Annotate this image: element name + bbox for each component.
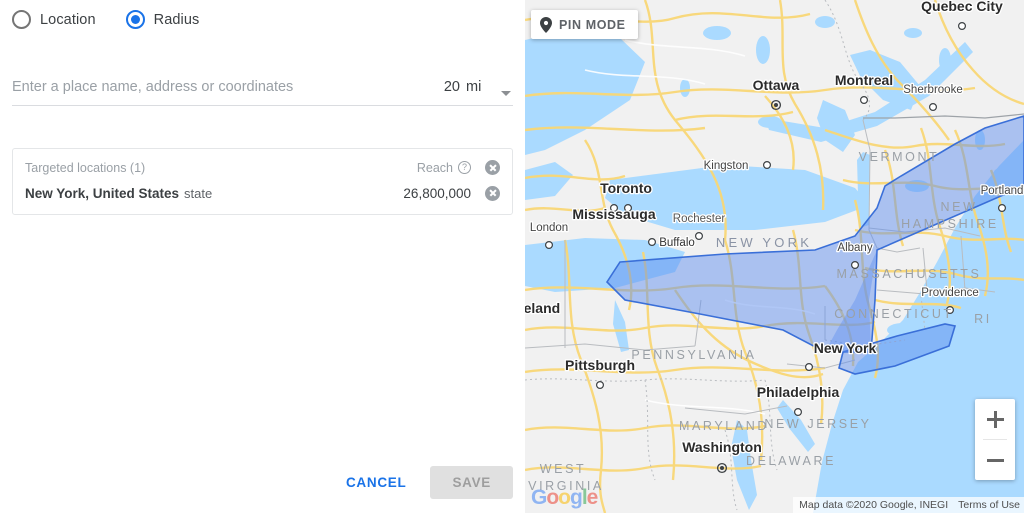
radius-targeting-screen: Location Radius Targeted locations (1) — [0, 0, 1024, 513]
targeted-locations-card: Targeted locations (1) Reach ? New York,… — [12, 148, 513, 215]
help-icon[interactable]: ? — [458, 161, 471, 174]
map-attribution: Map data ©2020 Google, INEGI Terms of Us… — [793, 497, 1024, 513]
map-canvas[interactable] — [525, 0, 1024, 513]
radio-option-radius[interactable]: Radius — [125, 10, 200, 29]
clear-all-locations-icon[interactable] — [485, 160, 500, 175]
radio-label-location: Location — [40, 11, 96, 28]
location-reach: 26,800,000 — [403, 185, 471, 201]
radio-label-radius: Radius — [153, 11, 200, 28]
location-name: New York, United States — [25, 185, 180, 201]
map-pin-icon — [540, 16, 552, 33]
cancel-button[interactable]: CANCEL — [336, 466, 416, 499]
targeting-mode-radio-group: Location Radius — [12, 10, 199, 29]
targeting-panel: Location Radius Targeted locations (1) — [0, 0, 525, 513]
zoom-in-button[interactable] — [975, 399, 1015, 439]
radius-inputs-row — [12, 78, 513, 106]
targeted-locations-title: Targeted locations (1) — [25, 160, 146, 175]
map-data-credit: Map data ©2020 Google, INEGI — [799, 499, 949, 511]
pin-mode-button[interactable]: PIN MODE — [531, 10, 638, 39]
panel-footer: CANCEL SAVE — [336, 466, 513, 499]
terms-of-use-link[interactable]: Terms of Use — [958, 499, 1020, 511]
table-row: New York, United States state 26,800,000 — [25, 183, 500, 203]
plus-icon-v — [993, 410, 997, 428]
save-button[interactable]: SAVE — [430, 466, 513, 499]
location-type: state — [184, 185, 213, 201]
radio-icon-radius[interactable] — [125, 10, 145, 29]
radius-unit-input[interactable] — [460, 79, 496, 100]
map-zoom-controls[interactable] — [975, 399, 1015, 480]
radius-unit-field[interactable] — [460, 78, 513, 106]
targeted-locations-header: Targeted locations (1) Reach ? — [25, 158, 500, 177]
radius-value-field[interactable] — [416, 78, 466, 106]
map-panel[interactable]: Quebec City Ottawa Montreal Sherbrooke Kings… — [525, 0, 1024, 513]
search-input[interactable] — [12, 79, 416, 100]
chevron-down-icon[interactable] — [501, 91, 511, 96]
radio-option-location[interactable]: Location — [12, 10, 96, 29]
radius-value-input[interactable] — [416, 79, 466, 100]
radio-icon-location[interactable] — [12, 10, 31, 29]
remove-location-icon[interactable] — [485, 185, 500, 201]
pin-mode-label: PIN MODE — [559, 17, 626, 32]
reach-column-header: Reach — [416, 160, 453, 175]
zoom-out-button[interactable] — [975, 440, 1015, 480]
place-field[interactable] — [12, 78, 416, 106]
minus-icon — [986, 458, 1004, 462]
